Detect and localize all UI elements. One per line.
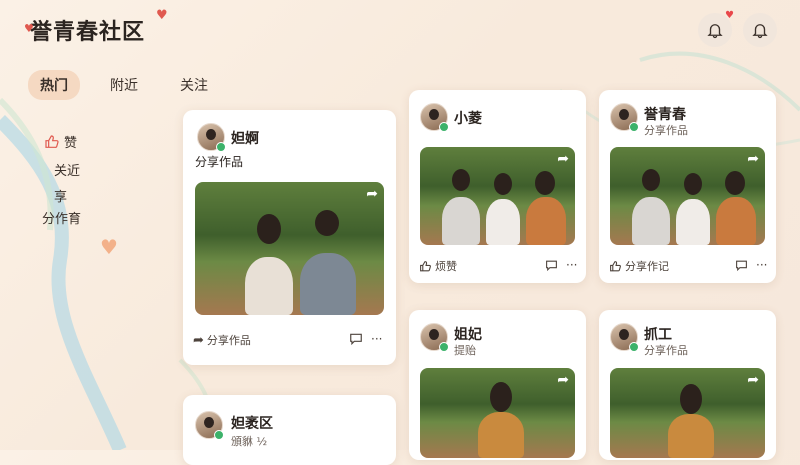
person-figure — [442, 197, 480, 245]
post-card[interactable]: 誉青春 分享作品 ➦ 分享作记 ··· — [599, 90, 776, 283]
share-icon[interactable]: ➦ — [557, 372, 569, 388]
more-icon[interactable]: ··· — [371, 332, 382, 346]
person-head — [642, 169, 660, 191]
sidebar-item[interactable]: 分作育 — [42, 208, 81, 227]
person-figure — [668, 414, 714, 458]
tab-following[interactable]: 关注 — [168, 70, 220, 100]
post-photo[interactable]: ➦ — [610, 147, 765, 245]
post-subtitle: 頒貅 ½ — [231, 435, 268, 448]
author-name[interactable]: 小菱 — [454, 108, 482, 128]
share-icon[interactable]: ➦ — [557, 151, 569, 167]
person-figure — [632, 197, 670, 245]
person-figure — [526, 197, 566, 245]
post-photo[interactable]: ➦ — [420, 147, 575, 245]
post-photo[interactable]: ➦ — [195, 182, 384, 315]
author-name[interactable]: 抓工 — [644, 324, 672, 344]
sidebar-item[interactable]: 享 — [54, 186, 67, 205]
post-subtitle: 分享作品 — [644, 124, 688, 137]
notification-button[interactable]: ♥ — [698, 10, 734, 47]
sidebar-like[interactable]: 赞 — [44, 132, 77, 151]
card-actions: ··· — [735, 258, 767, 272]
author-name[interactable]: 誉青春 — [644, 104, 686, 124]
share-icon[interactable]: ➦ — [366, 186, 378, 202]
online-indicator — [439, 342, 449, 352]
online-indicator — [216, 142, 226, 152]
heart-icon: ♥ — [24, 22, 34, 35]
like-icon — [45, 134, 59, 148]
more-icon[interactable]: ··· — [756, 258, 767, 272]
person-figure — [478, 412, 524, 458]
post-subtitle: 提贻 — [454, 344, 476, 357]
online-indicator — [629, 342, 639, 352]
person-head — [452, 169, 470, 191]
heart-icon: ♥ — [156, 8, 168, 23]
person-figure — [676, 199, 710, 245]
like-icon — [610, 260, 621, 271]
comment-icon[interactable] — [545, 259, 558, 272]
person-figure — [300, 253, 356, 315]
post-photo[interactable]: ➦ — [420, 368, 575, 458]
author-name[interactable]: 妲袤区 — [231, 413, 273, 433]
post-card[interactable]: 小菱 ➦ 烦赞 ··· — [409, 90, 586, 283]
sidebar-like-label: 赞 — [64, 136, 78, 151]
sidebar-item[interactable]: 关近 — [54, 160, 80, 179]
card-actions: ··· — [349, 332, 382, 346]
post-card[interactable]: 妲袤区 頒貅 ½ — [183, 395, 396, 465]
app-title: 誉青春社区 — [30, 20, 146, 45]
card-actions: ··· — [545, 258, 577, 272]
person-head — [257, 214, 281, 244]
like-action-label: 烦赞 — [435, 260, 457, 273]
bell-icon — [707, 24, 723, 39]
comment-icon[interactable] — [735, 259, 748, 272]
tab-bar: 热门 附近 关注 — [28, 70, 220, 100]
post-photo[interactable]: ➦ — [610, 368, 765, 458]
share-icon[interactable]: ➦ — [747, 151, 759, 167]
tab-nearby[interactable]: 附近 — [98, 70, 150, 100]
person-head — [684, 173, 702, 195]
author-name[interactable]: 姐妃 — [454, 324, 482, 344]
share-icon: ➦ — [193, 332, 204, 348]
person-head — [680, 384, 702, 414]
person-head — [315, 210, 339, 236]
post-subtitle: 分享作品 — [195, 155, 244, 169]
person-figure — [716, 197, 756, 245]
share-action-label: 分享作品 — [206, 334, 251, 347]
bell-icon — [752, 24, 768, 39]
heart-badge-icon: ♥ — [725, 10, 734, 21]
tab-hot[interactable]: 热门 — [28, 70, 80, 100]
comment-icon[interactable] — [349, 332, 363, 346]
share-icon[interactable]: ➦ — [747, 372, 759, 388]
person-head — [494, 173, 512, 195]
person-head — [490, 382, 512, 412]
share-action[interactable]: ➦ 分享作品 — [193, 332, 251, 348]
online-indicator — [214, 430, 224, 440]
bell-button[interactable] — [743, 13, 777, 47]
person-figure — [245, 257, 293, 315]
post-card[interactable]: 抓工 分享作品 ➦ — [599, 310, 776, 460]
author-name[interactable]: 妲婀 — [231, 128, 259, 148]
person-head — [725, 171, 745, 195]
post-card[interactable]: 姐妃 提贻 ➦ — [409, 310, 586, 460]
online-indicator — [629, 122, 639, 132]
more-icon[interactable]: ··· — [566, 258, 577, 272]
person-head — [535, 171, 555, 195]
like-action[interactable]: 烦赞 — [419, 258, 457, 274]
heart-icon: ♥ — [100, 235, 118, 259]
post-card[interactable]: 妲婀 分享作品 ➦ ➦ 分享作品 ··· — [183, 110, 396, 365]
like-icon — [420, 260, 431, 271]
like-action[interactable]: 分享作记 — [609, 258, 669, 274]
like-action-label: 分享作记 — [625, 260, 669, 273]
online-indicator — [439, 122, 449, 132]
post-subtitle: 分享作品 — [644, 344, 688, 357]
person-figure — [486, 199, 520, 245]
